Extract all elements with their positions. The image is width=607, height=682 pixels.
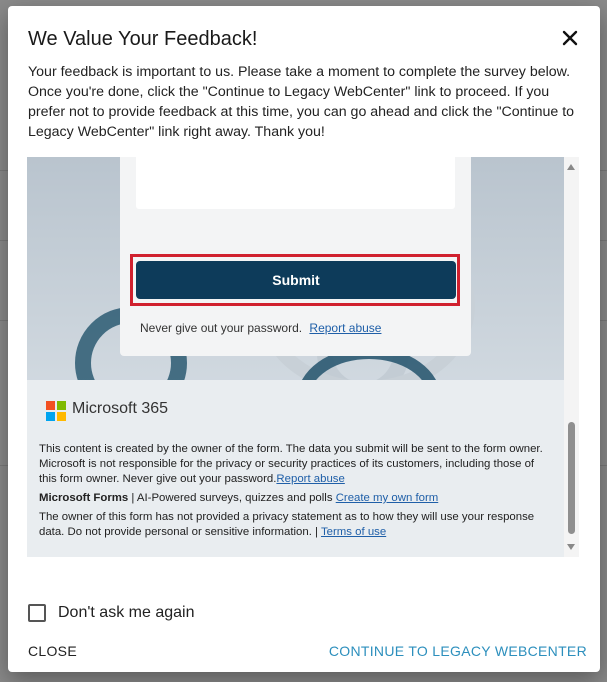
- dialog-title: We Value Your Feedback!: [28, 28, 258, 50]
- survey-background: Submit Never give out your password. Rep…: [27, 157, 564, 557]
- dont-ask-checkbox[interactable]: [28, 604, 46, 622]
- feedback-dialog: We Value Your Feedback! Your feedback is…: [8, 6, 600, 672]
- frame-scrollbar[interactable]: [564, 157, 579, 557]
- report-abuse-link[interactable]: Report abuse: [309, 321, 381, 335]
- submit-button[interactable]: Submit: [136, 261, 456, 299]
- create-form-link[interactable]: Create my own form: [336, 492, 439, 504]
- form-card: Submit Never give out your password. Rep…: [120, 157, 471, 356]
- forms-brand: Microsoft Forms: [39, 492, 129, 504]
- scroll-down-icon[interactable]: [567, 544, 575, 550]
- scroll-thumb[interactable]: [568, 422, 575, 534]
- dont-ask-again-option[interactable]: Don't ask me again: [28, 603, 194, 623]
- close-icon[interactable]: [560, 28, 580, 48]
- footer-disclaimer: This content is created by the owner of …: [39, 442, 549, 487]
- close-button[interactable]: CLOSE: [28, 643, 77, 659]
- dialog-intro-text: Your feedback is important to us. Please…: [28, 64, 575, 140]
- forms-tagline: | AI-Powered surveys, quizzes and polls: [128, 492, 336, 504]
- forms-footer: Microsoft 365 This content is created by…: [27, 380, 564, 557]
- microsoft-logo-icon: [46, 401, 66, 421]
- terms-of-use-link[interactable]: Terms of use: [321, 526, 386, 538]
- microsoft-365-brand: Microsoft 365: [72, 400, 169, 417]
- scroll-up-icon[interactable]: [567, 164, 575, 170]
- privacy-text: The owner of this form has not provided …: [39, 511, 535, 538]
- dont-ask-label: Don't ask me again: [58, 604, 195, 621]
- password-note-text: Never give out your password.: [140, 321, 303, 335]
- survey-frame[interactable]: Submit Never give out your password. Rep…: [27, 157, 579, 557]
- footer-privacy: The owner of this form has not provided …: [39, 510, 549, 540]
- password-note: Never give out your password. Report abu…: [140, 321, 381, 335]
- footer-report-abuse-link[interactable]: Report abuse: [276, 473, 344, 485]
- continue-to-legacy-webcenter-button[interactable]: CONTINUE TO LEGACY WEBCENTER: [329, 643, 587, 659]
- footer-text: This content is created by the owner of …: [39, 442, 549, 544]
- form-answer-box[interactable]: [136, 157, 455, 209]
- footer-forms-line: Microsoft Forms | AI-Powered surveys, qu…: [39, 491, 549, 506]
